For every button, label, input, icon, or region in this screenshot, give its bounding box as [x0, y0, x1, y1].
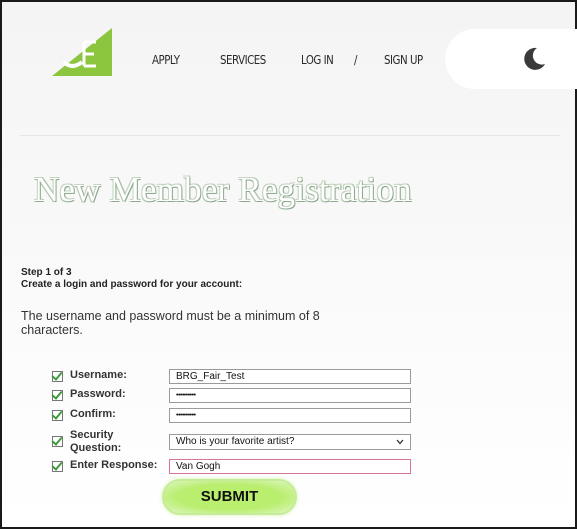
username-row: Username: BRG_Fair_Test [2, 369, 577, 387]
submit-button[interactable]: SUBMIT [162, 479, 297, 515]
chevron-down-icon [396, 439, 404, 445]
confirm-row: Confirm: •••••••••• [2, 408, 577, 426]
security-question-row: Security Question: Who is your favorite … [2, 429, 577, 456]
nav-services-link[interactable]: SERVICES [220, 52, 266, 67]
security-question-select[interactable]: Who is your favorite artist? [169, 434, 411, 450]
username-input[interactable]: BRG_Fair_Test [169, 369, 411, 384]
nav-separator: / [354, 52, 357, 67]
security-question-label: Security Question: [70, 429, 122, 454]
requirements-note: The username and password must be a mini… [21, 309, 320, 337]
response-row: Enter Response: Van Gogh [2, 459, 577, 477]
page-title: New Member Registration [34, 170, 412, 209]
checkbox-checked-icon [52, 371, 63, 382]
checkbox-checked-icon [52, 390, 63, 401]
header-divider [20, 135, 560, 136]
password-input[interactable]: •••••••••• [169, 388, 411, 403]
theme-toggle[interactable] [445, 29, 577, 89]
response-label: Enter Response: [70, 459, 158, 471]
moon-icon [524, 47, 545, 70]
username-label: Username: [70, 369, 127, 381]
password-row: Password: •••••••••• [2, 388, 577, 406]
security-question-value: Who is your favorite artist? [176, 436, 295, 447]
logo[interactable]: OE [50, 24, 114, 78]
step-label: Step 1 of 3 [21, 267, 72, 278]
response-input[interactable]: Van Gogh [169, 459, 411, 474]
nav-apply-link[interactable]: APPLY [152, 52, 180, 67]
checkbox-checked-icon [52, 436, 63, 447]
checkbox-checked-icon [52, 461, 63, 472]
nav-login-link[interactable]: LOG IN [301, 52, 334, 67]
confirm-password-input[interactable]: •••••••••• [169, 408, 411, 423]
confirm-label: Confirm: [70, 408, 116, 420]
checkbox-checked-icon [52, 410, 63, 421]
step-description: Create a login and password for your acc… [21, 279, 243, 290]
password-label: Password: [70, 388, 126, 400]
nav-signup-link[interactable]: SIGN UP [384, 52, 423, 67]
page-frame: OE APPLY SERVICES LOG IN / SIGN UP New M… [0, 0, 577, 529]
